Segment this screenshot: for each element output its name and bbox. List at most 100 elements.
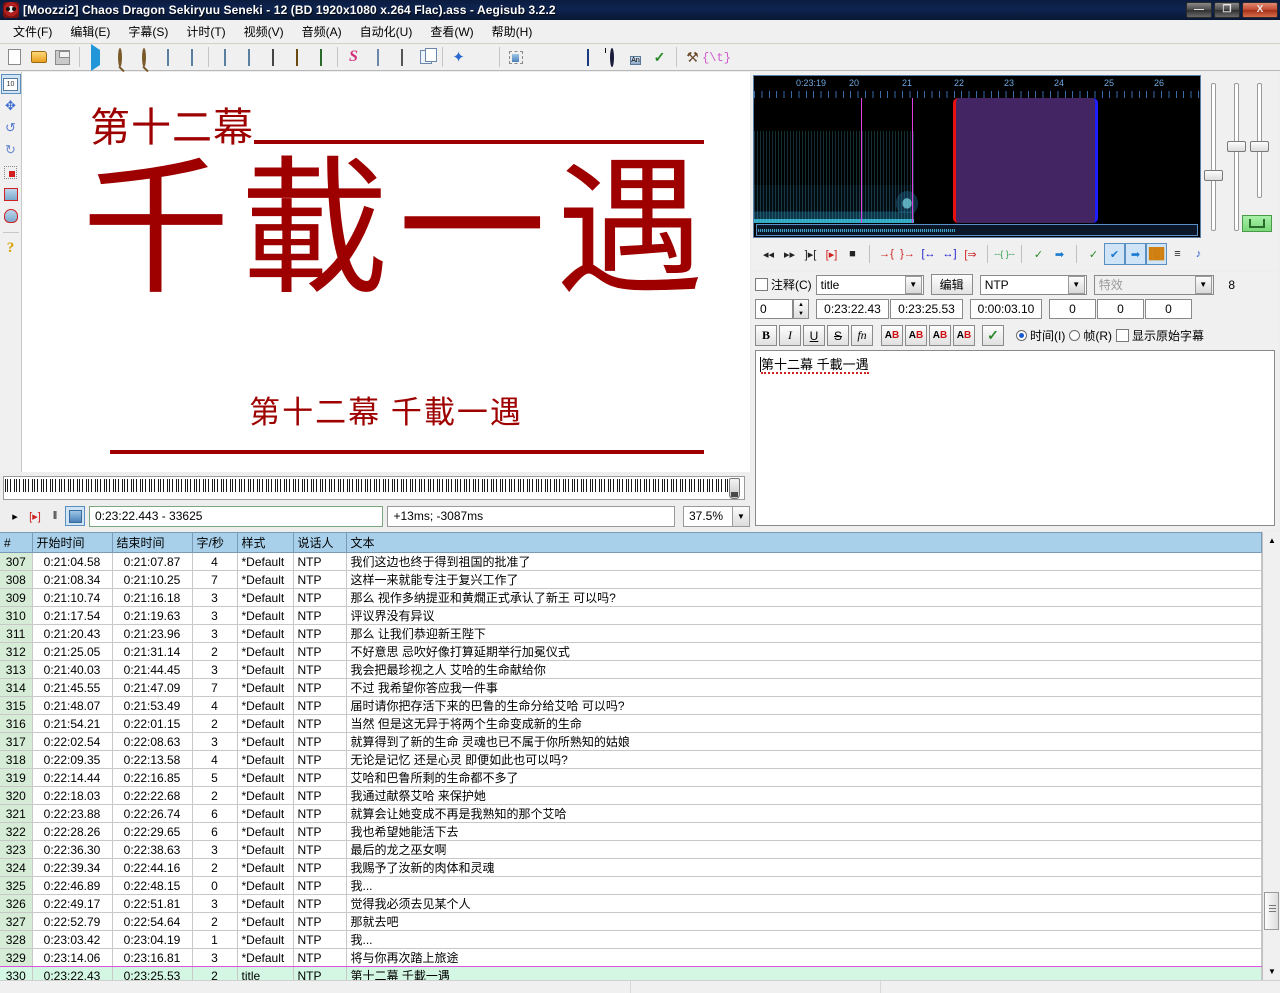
row-start-time[interactable]: 0:23:03.42 <box>32 930 113 949</box>
video-seek-slider[interactable] <box>3 476 745 500</box>
row-cps[interactable]: 6 <box>192 822 238 841</box>
row-actor[interactable]: NTP <box>293 552 347 571</box>
row-cps[interactable]: 3 <box>192 894 238 913</box>
row-number[interactable]: 325 <box>0 876 33 895</box>
row-cps[interactable]: 3 <box>192 606 238 625</box>
row-start-time[interactable]: 0:21:40.03 <box>32 660 113 679</box>
styling-assistant-icon[interactable] <box>576 46 599 69</box>
strikeout-button[interactable]: S <box>827 325 849 346</box>
row-style[interactable]: *Default <box>237 750 294 769</box>
row-actor[interactable]: NTP <box>293 606 347 625</box>
maximize-button[interactable]: ❐ <box>1214 2 1240 18</box>
row-cps[interactable]: 4 <box>192 750 238 769</box>
row-cps[interactable]: 3 <box>192 732 238 751</box>
font-select-button[interactable]: fn <box>851 325 873 346</box>
row-start-time[interactable]: 0:21:04.58 <box>32 552 113 571</box>
row-end-time[interactable]: 0:21:47.09 <box>112 678 193 697</box>
video-display[interactable]: 第十二幕 千載一遇 第十二幕 千載一遇 <box>22 72 750 472</box>
table-row[interactable]: 321 0:22:23.88 0:22:26.74 6 *Default NTP 就算会让她… <box>0 804 1262 823</box>
scrollbar-thumb[interactable] <box>1264 892 1279 930</box>
row-number[interactable]: 308 <box>0 570 33 589</box>
margin-left-field[interactable]: 0 <box>1049 299 1096 319</box>
row-number[interactable]: 321 <box>0 804 33 823</box>
play-selection-end-button[interactable]: [▸] <box>821 243 842 265</box>
table-row[interactable]: 323 0:22:36.30 0:22:38.63 3 *Default NTP 最后的龙之… <box>0 840 1262 859</box>
edit-style-button[interactable]: 编辑 <box>930 274 973 295</box>
margin-right-field[interactable]: 0 <box>1097 299 1144 319</box>
open-keyframes-icon[interactable] <box>285 46 308 69</box>
time-mode-radio[interactable] <box>1016 330 1027 341</box>
row-style[interactable]: *Default <box>237 930 294 949</box>
row-actor[interactable]: NTP <box>293 948 347 967</box>
tags-tool-icon[interactable]: {\t} <box>702 46 731 69</box>
row-end-time[interactable]: 0:23:04.19 <box>112 930 193 949</box>
row-style[interactable]: *Default <box>237 768 294 787</box>
row-style[interactable]: *Default <box>237 876 294 895</box>
help-tool[interactable]: ? <box>1 238 21 258</box>
row-end-time[interactable]: 0:21:53.49 <box>112 696 193 715</box>
row-start-time[interactable]: 0:23:14.06 <box>32 948 113 967</box>
row-style[interactable]: *Default <box>237 822 294 841</box>
col-header-actor[interactable]: 说话人 <box>293 532 347 553</box>
table-row[interactable]: 324 0:22:39.34 0:22:44.16 2 *Default NTP 我赐予了汝… <box>0 858 1262 877</box>
bold-button[interactable]: B <box>755 325 777 346</box>
row-style[interactable]: *Default <box>237 552 294 571</box>
table-row[interactable]: 322 0:22:28.26 0:22:29.65 6 *Default NTP 我也希望她… <box>0 822 1262 841</box>
table-row[interactable]: 310 0:21:17.54 0:21:19.63 3 *Default NTP 评议界没有… <box>0 606 1262 625</box>
row-number[interactable]: 319 <box>0 768 33 787</box>
jump-to-icon[interactable] <box>84 43 107 71</box>
audio-spectrum-display[interactable]: 0:23:19 20 21 22 23 24 25 26 <box>753 75 1201 238</box>
lead-in-out-button[interactable]: --{ }-- <box>994 243 1015 265</box>
row-start-time[interactable]: 0:21:54.21 <box>32 714 113 733</box>
row-actor[interactable]: NTP <box>293 570 347 589</box>
col-header-style[interactable]: 样式 <box>237 532 294 553</box>
video-seek-thumb[interactable] <box>729 478 740 499</box>
row-text[interactable]: 那么 视作多纳提亚和黄燗正式承认了新王 可以吗? <box>346 588 1262 607</box>
row-style[interactable]: *Default <box>237 804 294 823</box>
zoom-out-icon[interactable] <box>132 46 155 69</box>
timing-post-processor-icon[interactable] <box>600 46 623 69</box>
row-cps[interactable]: 3 <box>192 948 238 967</box>
row-text[interactable]: 最后的龙之巫女啊 <box>346 840 1262 859</box>
fonts-collector-icon[interactable]: An <box>624 46 647 69</box>
row-style[interactable]: *Default <box>237 858 294 877</box>
row-number[interactable]: 310 <box>0 606 33 625</box>
row-style[interactable]: *Default <box>237 588 294 607</box>
table-row[interactable]: 312 0:21:25.05 0:21:31.14 2 *Default NTP 不好意思 … <box>0 642 1262 661</box>
menu-timing[interactable]: 计时(T) <box>177 20 234 43</box>
row-actor[interactable]: NTP <box>293 840 347 859</box>
table-row[interactable]: 311 0:21:20.43 0:21:23.96 3 *Default NTP 那么 让我… <box>0 624 1262 643</box>
col-header-text[interactable]: 文本 <box>346 532 1262 553</box>
row-actor[interactable]: NTP <box>293 750 347 769</box>
row-cps[interactable]: 6 <box>192 804 238 823</box>
new-subtitles-icon[interactable] <box>3 46 26 69</box>
row-text[interactable]: 我... <box>346 876 1262 895</box>
row-end-time[interactable]: 0:21:07.87 <box>112 552 193 571</box>
row-actor[interactable]: NTP <box>293 822 347 841</box>
row-actor[interactable]: NTP <box>293 804 347 823</box>
row-start-time[interactable]: 0:22:46.89 <box>32 876 113 895</box>
row-end-time[interactable]: 0:21:44.45 <box>112 660 193 679</box>
col-header-end[interactable]: 结束时间 <box>112 532 193 553</box>
commit-button[interactable]: ✓ <box>982 325 1004 346</box>
karaoke-button[interactable]: ♪ <box>1188 243 1209 265</box>
row-text[interactable]: 当然 但是这无异于将两个生命变成新的生命 <box>346 714 1262 733</box>
row-text[interactable]: 不好意思 忌吹好像打算延期举行加冕仪式 <box>346 642 1262 661</box>
row-text[interactable]: 我... <box>346 930 1262 949</box>
row-number[interactable]: 318 <box>0 750 33 769</box>
menu-audio[interactable]: 音频(A) <box>293 20 351 43</box>
video-zoom-combo[interactable]: 37.5% ▼ <box>683 505 750 527</box>
audio-vertical-zoom-thumb[interactable] <box>1227 141 1246 152</box>
row-cps[interactable]: 2 <box>192 858 238 877</box>
row-number[interactable]: 307 <box>0 552 33 571</box>
row-cps[interactable]: 5 <box>192 768 238 787</box>
auto-next-button[interactable]: ✔ <box>1104 243 1125 265</box>
primary-color-button[interactable]: AB <box>881 325 903 346</box>
row-actor[interactable]: NTP <box>293 624 347 643</box>
translation-assistant-icon[interactable] <box>552 46 575 69</box>
row-text[interactable]: 我也希望她能活下去 <box>346 822 1262 841</box>
row-text[interactable]: 不过 我希望你答应我一件事 <box>346 678 1262 697</box>
row-text[interactable]: 我们这边也终于得到祖国的批准了 <box>346 552 1262 571</box>
audio-horizontal-zoom-thumb[interactable] <box>1204 170 1223 181</box>
row-start-time[interactable]: 0:22:14.44 <box>32 768 113 787</box>
